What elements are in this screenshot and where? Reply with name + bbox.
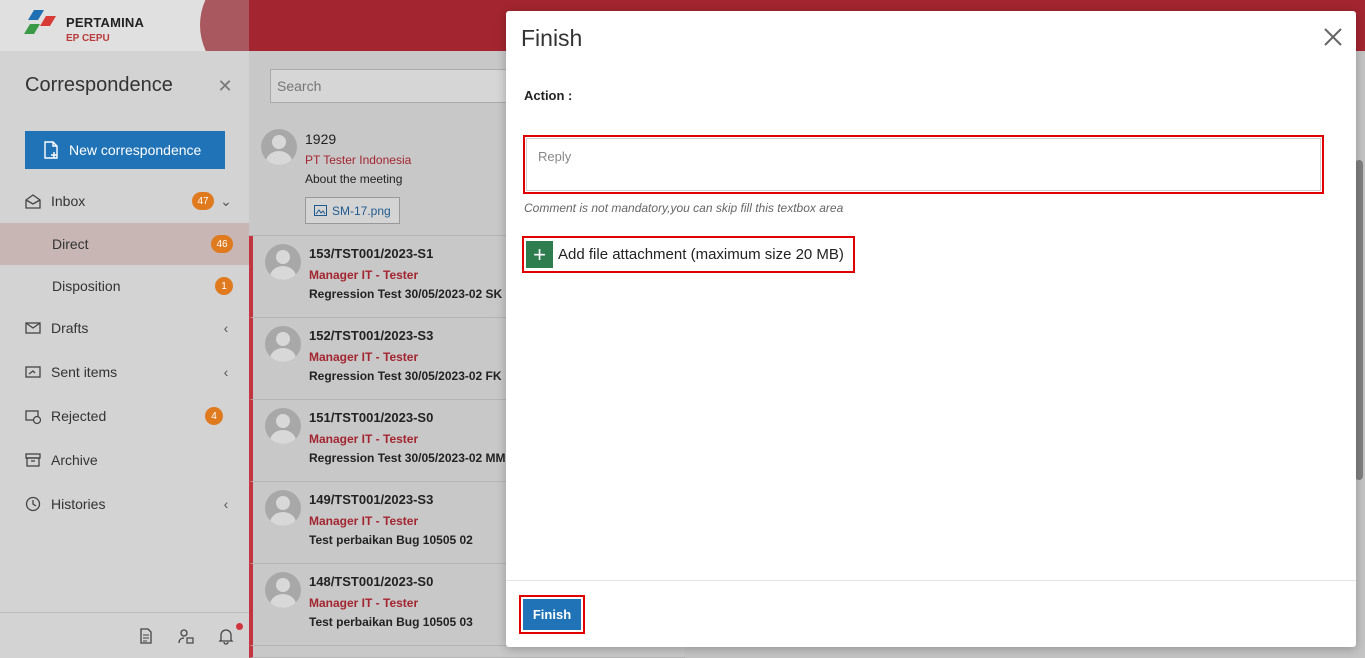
attachment-name: SM-17.png (332, 203, 391, 218)
avatar (265, 572, 301, 608)
sidebar-item-direct[interactable]: Direct 46 (0, 223, 249, 265)
finish-button[interactable]: Finish (523, 599, 581, 630)
list-item[interactable] (249, 646, 685, 658)
user-lock-icon[interactable] (177, 627, 195, 645)
message-number: 152/TST001/2023-S3 (309, 328, 434, 343)
message-number: 151/TST001/2023-S0 (309, 410, 434, 425)
chevron-left-icon[interactable]: ‹ (218, 496, 234, 512)
sidebar-item-label: Rejected (51, 408, 107, 424)
dialog-title: Finish (521, 25, 583, 51)
chevron-left-icon[interactable]: ‹ (218, 320, 234, 336)
reply-field-highlight (523, 135, 1324, 194)
bell-icon[interactable] (217, 627, 235, 645)
avatar (261, 129, 297, 165)
message-number: 153/TST001/2023-S1 (309, 246, 434, 261)
sidebar-item-histories[interactable]: Histories ‹ (0, 483, 249, 525)
message-sender: Manager IT - Tester (309, 514, 419, 528)
inbox-icon (25, 194, 41, 209)
message-sender: Manager IT - Tester (309, 350, 419, 364)
sidebar-item-rejected[interactable]: Rejected 4 (0, 395, 249, 437)
new-correspondence-label: New correspondence (69, 142, 202, 158)
search-input[interactable] (270, 69, 520, 103)
message-subject: Regression Test 30/05/2023-02 FK (309, 369, 502, 383)
chevron-left-icon[interactable]: ‹ (218, 364, 234, 380)
finish-dialog: Finish Action : Comment is not mandatory… (506, 11, 1356, 647)
avatar (265, 326, 301, 362)
brand-header: PERTAMINA EP CEPU (0, 0, 249, 51)
message-subject: Test perbaikan Bug 10505 03 (309, 615, 473, 629)
brand-name: PERTAMINA (66, 15, 145, 30)
sidebar-footer (0, 612, 249, 658)
message-sender: Manager IT - Tester (309, 432, 419, 446)
sidebar-item-label: Drafts (51, 320, 89, 336)
sidebar-item-inbox[interactable]: Inbox 47 ⌄ (0, 180, 249, 222)
message-subject: Regression Test 30/05/2023-02 MM (309, 451, 506, 465)
sidebar-item-label: Histories (51, 496, 106, 512)
sidebar-item-drafts[interactable]: Drafts ‹ (0, 307, 249, 349)
message-subject: About the meeting (305, 172, 403, 186)
sidebar-title: Correspondence (25, 74, 173, 96)
archive-icon (25, 453, 41, 467)
close-icon[interactable] (1321, 25, 1345, 49)
pertamina-logo-icon (24, 10, 56, 34)
message-sender: Manager IT - Tester (309, 596, 419, 610)
rejected-count-badge: 4 (205, 407, 223, 425)
sidebar-item-label: Disposition (52, 278, 121, 294)
message-number: 1929 (305, 131, 337, 147)
notification-dot (236, 623, 243, 630)
message-subject: Regression Test 30/05/2023-02 SK (309, 287, 503, 301)
history-icon (25, 496, 41, 512)
sidebar-item-label: Sent items (51, 364, 118, 380)
message-number: 148/TST001/2023-S0 (309, 574, 434, 589)
image-icon (314, 205, 327, 216)
attachment-chip[interactable]: SM-17.png (305, 197, 400, 224)
disposition-count-badge: 1 (215, 277, 233, 295)
message-sender: Manager IT - Tester (309, 268, 419, 282)
avatar (265, 490, 301, 526)
action-label: Action : (524, 88, 573, 103)
new-correspondence-button[interactable]: New correspondence (25, 131, 225, 169)
direct-count-badge: 46 (211, 235, 233, 253)
plus-icon: + (526, 241, 553, 268)
scrollbar[interactable] (1355, 160, 1363, 480)
reply-textarea[interactable] (526, 138, 1321, 191)
sidebar-item-disposition[interactable]: Disposition 1 (0, 265, 249, 307)
message-number: 149/TST001/2023-S3 (309, 492, 434, 507)
sidebar-item-label: Direct (52, 236, 89, 252)
add-attachment-label: Add file attachment (maximum size 20 MB) (558, 246, 844, 263)
sidebar-item-sent[interactable]: Sent items ‹ (0, 351, 249, 393)
message-sender: PT Tester Indonesia (305, 153, 412, 167)
document-icon[interactable] (137, 627, 155, 645)
dialog-divider (506, 580, 1356, 581)
sidebar-close-icon[interactable]: ✕ (215, 76, 235, 96)
brand-sub: EP CEPU (66, 33, 110, 44)
chevron-down-icon[interactable]: ⌄ (218, 193, 234, 209)
sidebar-item-archive[interactable]: Archive (0, 439, 249, 481)
finish-button-highlight: Finish (519, 595, 585, 634)
sidebar-item-label: Inbox (51, 193, 86, 209)
new-document-icon (44, 141, 58, 159)
add-attachment-button[interactable]: + Add file attachment (maximum size 20 M… (522, 236, 855, 273)
avatar (265, 244, 301, 280)
avatar (265, 408, 301, 444)
reply-hint: Comment is not mandatory,you can skip fi… (524, 201, 844, 215)
inbox-count-badge: 47 (192, 192, 214, 210)
sidebar: PERTAMINA EP CEPU Correspondence ✕ New c… (0, 0, 249, 658)
sent-icon (25, 366, 41, 378)
sidebar-item-label: Archive (51, 452, 98, 468)
rejected-icon (25, 410, 42, 425)
message-subject: Test perbaikan Bug 10505 02 (309, 533, 473, 547)
drafts-icon (25, 322, 41, 334)
